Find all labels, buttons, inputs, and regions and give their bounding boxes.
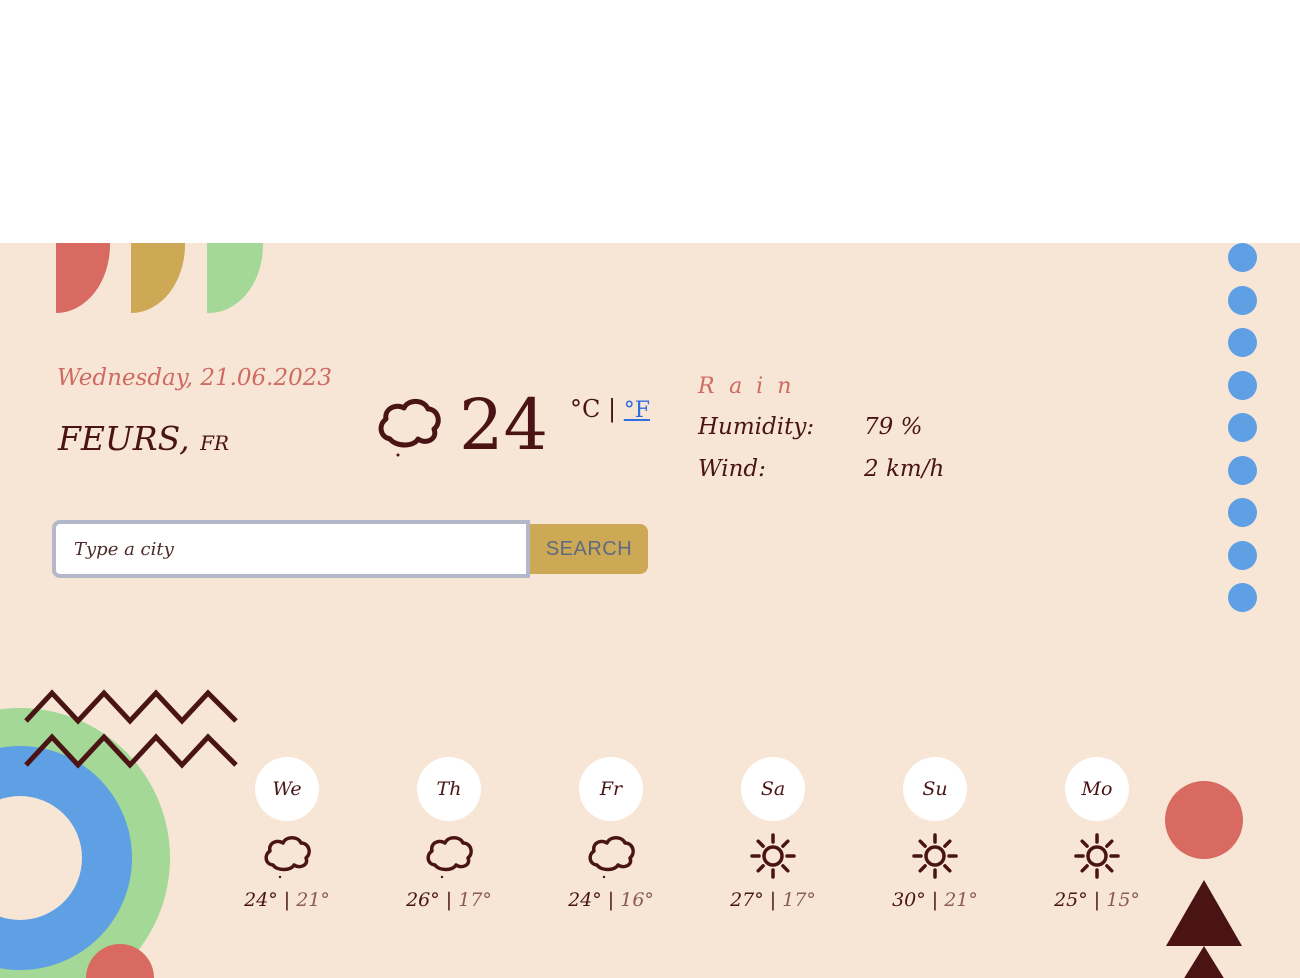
forecast-temps: 27° | 17° [723,889,823,911]
cloud-icon [264,836,311,879]
forecast-separator: | [601,889,621,911]
city-label: FEURS, [58,419,190,458]
weather-app: Wednesday, 21.06.2023 FEURS, FR 24 °C | … [0,243,1300,978]
decor-half-circles [56,243,263,314]
forecast-high: 24° [244,889,278,911]
forecast-high: 25° [1054,889,1088,911]
humidity-row: Humidity: 79 % [698,414,922,440]
sun-icon [750,833,796,879]
decor-circle-triangles [1165,781,1243,978]
forecast-day-su: Su 30° | 21° [885,757,985,911]
city-name: FEURS, FR [58,419,229,458]
wind-row: Wind: 2 km/h [698,456,944,482]
decor-rings [0,689,238,978]
humidity-value: 79 % [864,414,923,440]
forecast-temps: 24° | 21° [237,889,337,911]
sun-icon [912,833,958,879]
forecast-high: 27° [730,889,764,911]
forecast-separator: | [925,889,945,911]
forecast-temps: 30° | 21° [885,889,985,911]
forecast-day-label: Mo [1065,757,1129,821]
humidity-label: Humidity: [698,414,815,440]
cloud-icon [426,836,473,879]
forecast-separator: | [1087,889,1107,911]
search-form: SEARCH [52,520,649,578]
forecast-high: 24° [568,889,602,911]
forecast-temps: 24° | 16° [561,889,661,911]
sun-icon [1074,833,1120,879]
current-temperature: 24 [459,384,549,466]
cloud-icon [378,398,441,457]
forecast-low: 21° [296,889,330,911]
forecast-day-th: Th 26° | 17° [399,757,499,911]
forecast-day-we: We 24° | 21° [237,757,337,911]
forecast-low: 17° [782,889,816,911]
unit-fahrenheit-link[interactable]: °F [624,398,650,423]
unit-switch: °C | °F [570,395,650,423]
forecast-separator: | [439,889,459,911]
forecast-temps: 26° | 17° [399,889,499,911]
wind-label: Wind: [698,456,766,482]
wind-value: 2 km/h [864,456,945,482]
weather-condition: Rain [698,374,806,399]
forecast-separator: | [763,889,783,911]
unit-separator: | [608,395,617,423]
forecast-day-label: Th [417,757,481,821]
forecast-temps: 25° | 15° [1047,889,1147,911]
search-button[interactable]: SEARCH [530,524,648,574]
decor-blue-dots [1228,243,1258,626]
cloud-icon [588,836,635,879]
forecast-day-mo: Mo 25° | 15° [1047,757,1147,911]
forecast-low: 16° [620,889,654,911]
forecast-low: 15° [1106,889,1140,911]
forecast-low: 17° [458,889,492,911]
forecast-high: 26° [406,889,440,911]
forecast-high: 30° [892,889,926,911]
forecast-low: 21° [944,889,978,911]
forecast-day-label: Sa [741,757,805,821]
country-code: FR [200,431,230,455]
forecast-day-label: We [255,757,319,821]
forecast-day-sa: Sa 27° | 17° [723,757,823,911]
forecast-day-label: Fr [579,757,643,821]
forecast-separator: | [277,889,297,911]
forecast-day-label: Su [903,757,967,821]
forecast-day-fr: Fr 24° | 16° [561,757,661,911]
current-date: Wednesday, 21.06.2023 [57,365,333,391]
city-search-input[interactable] [52,520,530,578]
unit-celsius: °C [570,395,601,423]
